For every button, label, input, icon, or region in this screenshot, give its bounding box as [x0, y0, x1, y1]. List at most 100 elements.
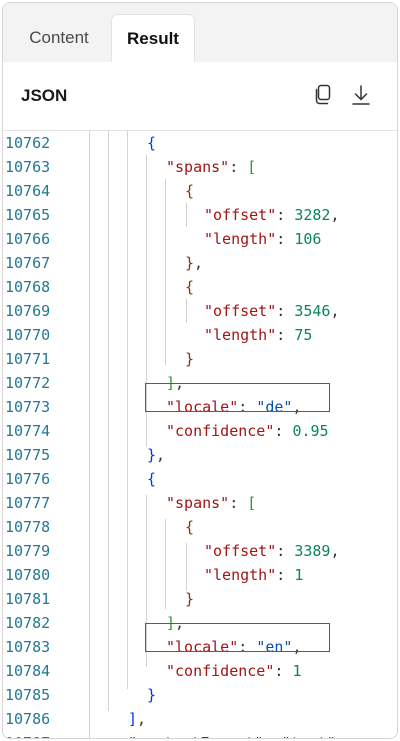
line-number: 10785 [5, 686, 51, 704]
code-token: : [276, 230, 295, 248]
line-code: { [147, 131, 156, 155]
code-token: "contentFormat" [128, 734, 263, 738]
format-title: JSON [21, 86, 68, 105]
code-token: "confidence" [166, 422, 275, 440]
line-number: 10767 [5, 254, 51, 272]
line-number: 10771 [5, 350, 51, 368]
code-token: : [229, 158, 248, 176]
code-token: "spans" [166, 158, 230, 176]
code-line: 10775}, [3, 443, 397, 467]
line-number: 10769 [5, 302, 51, 320]
line-code: "spans": [ [166, 491, 256, 515]
code-token: "offset" [204, 542, 277, 560]
code-line: 10787 "contentFormat": "text" [3, 731, 397, 738]
tab-content[interactable]: Content [11, 14, 107, 62]
line-code: "confidence": 0.95 [166, 419, 329, 443]
code-token: { [185, 278, 195, 296]
highlight-box [145, 383, 330, 412]
line-code: }, [147, 443, 165, 467]
line-code: } [147, 683, 156, 707]
code-token: "offset" [204, 302, 277, 320]
code-token: } [147, 446, 157, 464]
code-token: 106 [294, 230, 322, 248]
line-number: 10775 [5, 446, 51, 464]
code-token: "offset" [204, 206, 277, 224]
line-number: 10773 [5, 398, 51, 416]
line-number: 10778 [5, 518, 51, 536]
code-token: 3389 [294, 542, 331, 560]
highlight-box [145, 623, 330, 652]
code-line: 10766 "length": 106 [3, 227, 397, 251]
json-viewer[interactable]: 10762{10763 "spans": [10764{10765 "offset"… [3, 131, 397, 738]
line-code: { [185, 179, 194, 203]
code-token: "length" [204, 326, 277, 344]
code-token: : [276, 302, 295, 320]
code-token: , [137, 710, 147, 728]
code-token: 75 [294, 326, 313, 344]
code-token: , [194, 254, 204, 272]
tab-bar: Content Result [3, 3, 397, 63]
line-number: 10772 [5, 374, 51, 392]
code-line: 10780 "length": 1 [3, 563, 397, 587]
code-token: { [147, 470, 157, 488]
line-number: 10784 [5, 662, 51, 680]
code-line: 10774 "confidence": 0.95 [3, 419, 397, 443]
download-icon [352, 85, 370, 105]
code-line: 10778 { [3, 515, 397, 539]
line-code: }, [185, 251, 203, 275]
line-code: { [185, 515, 194, 539]
line-code: "length": 75 [204, 323, 312, 347]
code-line: 10765 "offset": 3282, [3, 203, 397, 227]
code-line: 10786], [3, 707, 397, 731]
code-token: 1 [294, 566, 304, 584]
line-number: 10783 [5, 638, 51, 656]
line-code: "contentFormat": "text" [128, 731, 336, 738]
line-number: 10768 [5, 278, 51, 296]
line-code: "spans": [ [166, 155, 256, 179]
line-code: { [147, 467, 156, 491]
line-code: "offset": 3282, [204, 203, 339, 227]
code-line: 10768 { [3, 275, 397, 299]
line-code: "confidence": 1 [166, 659, 301, 683]
line-number: 10765 [5, 206, 51, 224]
result-panel: Content Result JSON 10762{10763 "spans":… [2, 2, 398, 739]
line-number: 10781 [5, 590, 51, 608]
line-code: "length": 1 [204, 563, 303, 587]
code-line: 10777 "spans": [ [3, 491, 397, 515]
code-line: 10785} [3, 683, 397, 707]
code-token: } [147, 686, 157, 704]
line-number: 10774 [5, 422, 51, 440]
copy-icon [315, 84, 331, 105]
line-number: 10764 [5, 182, 51, 200]
line-number: 10782 [5, 614, 51, 632]
code-token: : [229, 494, 248, 512]
code-line: 10779 "offset": 3389, [3, 539, 397, 563]
code-line: 10770 "length": 75 [3, 323, 397, 347]
result-header: JSON [3, 62, 397, 131]
tab-result[interactable]: Result [111, 14, 195, 63]
code-token: [ [247, 158, 257, 176]
line-number: 10766 [5, 230, 51, 248]
code-line: 10763 "spans": [ [3, 155, 397, 179]
code-token: : [274, 422, 293, 440]
copy-button[interactable] [309, 81, 337, 109]
code-token: "text" [282, 734, 336, 738]
code-token: { [185, 182, 195, 200]
code-token: 0.95 [292, 422, 329, 440]
code-token: { [147, 134, 157, 152]
code-token: } [185, 590, 195, 608]
line-code: "length": 106 [204, 227, 321, 251]
code-token: : [276, 542, 295, 560]
code-token: : [274, 662, 293, 680]
code-token: , [330, 206, 340, 224]
code-line: 10776 { [3, 467, 397, 491]
code-token: : [276, 566, 295, 584]
line-code: "offset": 3546, [204, 299, 339, 323]
code-token: { [185, 518, 195, 536]
code-token: : [276, 206, 295, 224]
code-token: ] [128, 710, 138, 728]
download-button[interactable] [347, 81, 375, 109]
code-token: } [185, 254, 195, 272]
line-number: 10763 [5, 158, 51, 176]
code-token: , [156, 446, 166, 464]
